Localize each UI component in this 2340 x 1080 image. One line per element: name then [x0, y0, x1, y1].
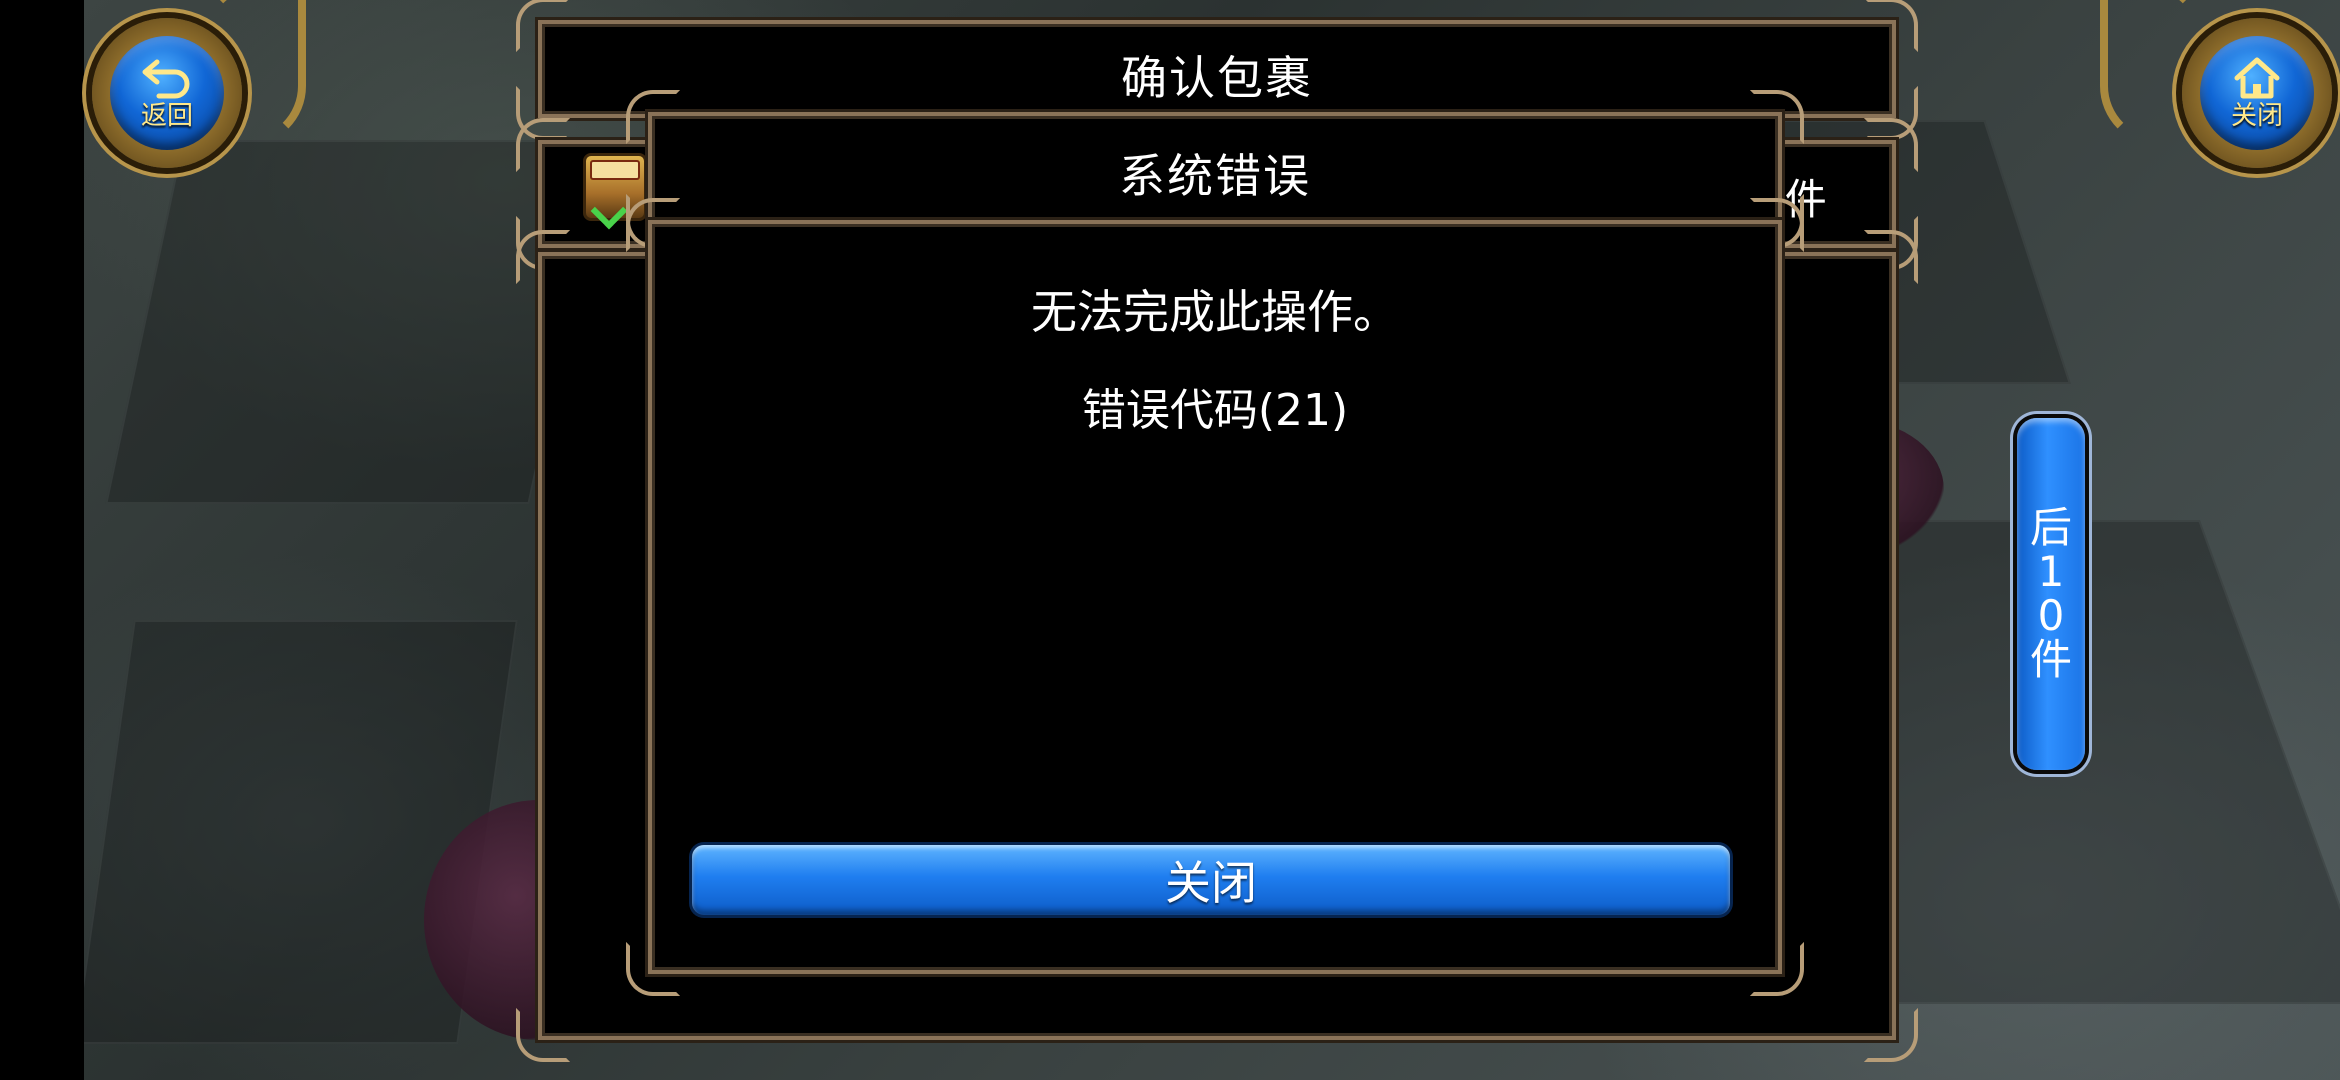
error-close-button[interactable]: 关闭	[692, 845, 1730, 915]
return-arrow-icon	[142, 59, 190, 99]
close-home-button[interactable]: 关闭	[2182, 18, 2332, 168]
home-icon	[2234, 57, 2280, 99]
error-code: 错误代码(21)	[1081, 385, 1349, 436]
close-home-button-label: 关闭	[2230, 101, 2283, 131]
confirm-package-title: 确认包裹	[1121, 51, 1313, 105]
error-dialog-title: 系统错误	[1119, 149, 1311, 203]
back-button[interactable]: 返回	[92, 18, 242, 168]
stone-block	[105, 140, 607, 504]
confirm-package-title-bar: 确认包裹	[516, 0, 1918, 140]
error-message: 无法完成此操作。	[1031, 285, 1399, 339]
back-button-label: 返回	[140, 101, 193, 131]
next-10-items-button[interactable]: 后10件	[2017, 418, 2085, 770]
next-10-items-label: 后10件	[2029, 503, 2072, 684]
error-dialog-title-bar: 系统错误	[626, 90, 1804, 248]
